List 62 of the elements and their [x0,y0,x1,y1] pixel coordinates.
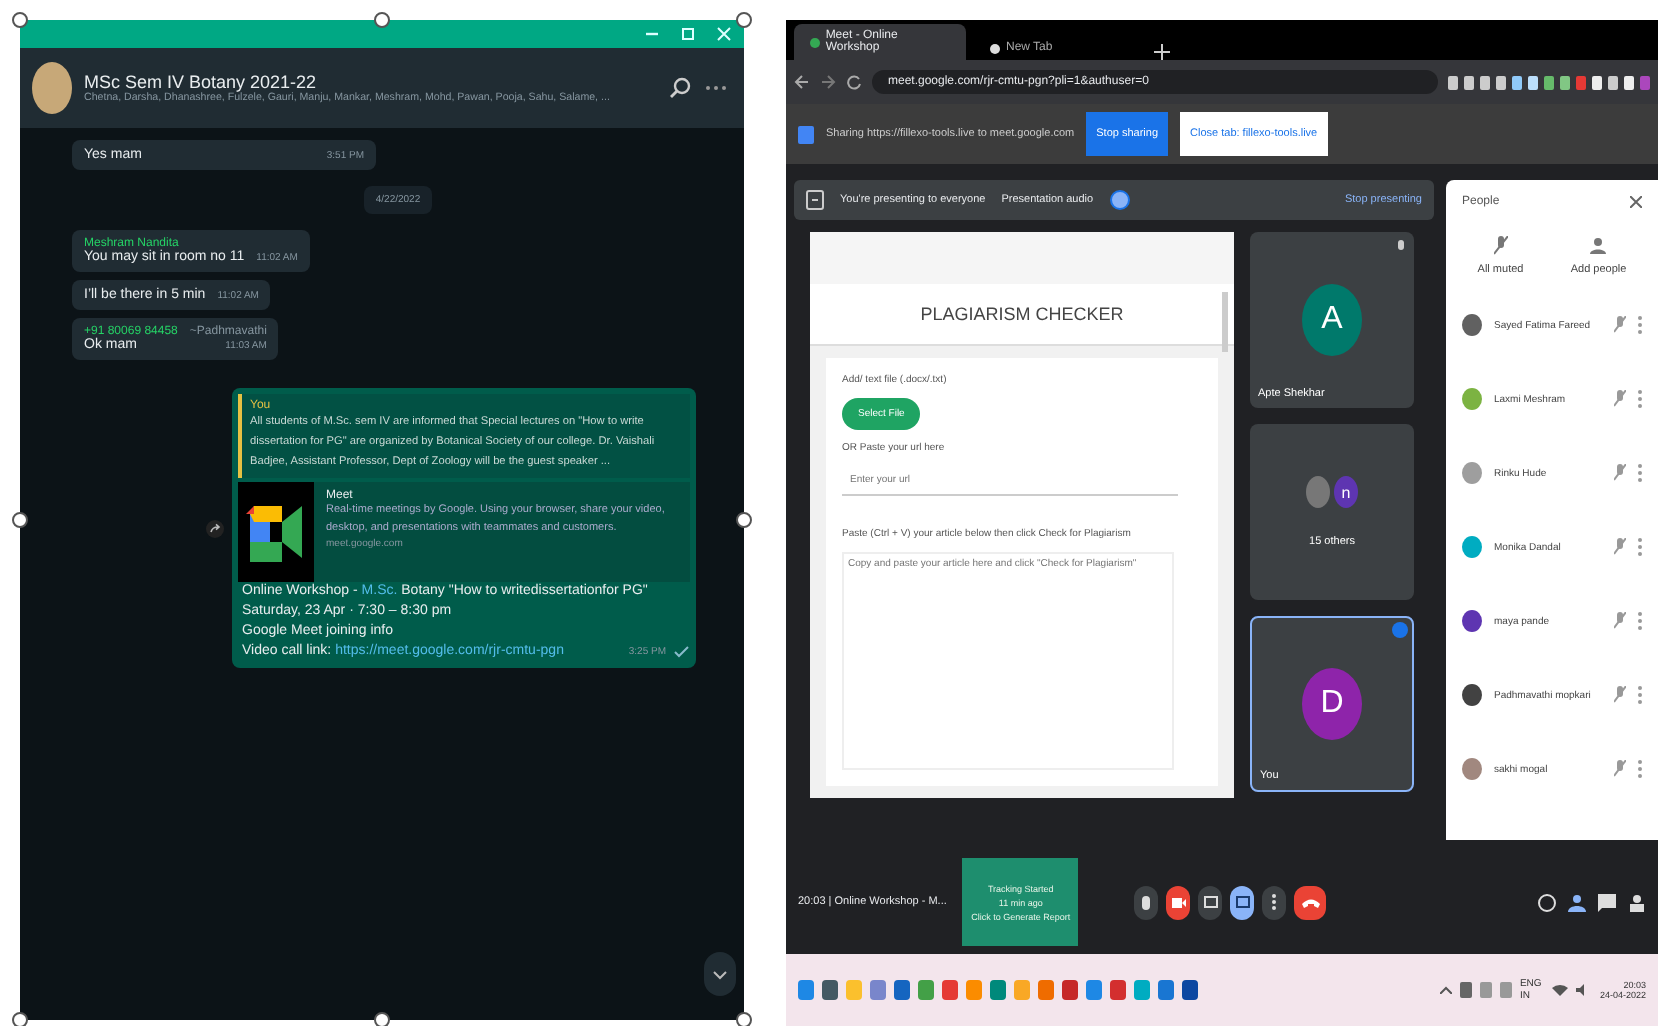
screen-share-icon [798,125,814,143]
audio-toggle[interactable] [1109,190,1130,210]
resize-handle[interactable] [12,512,28,528]
presentation-icon [806,190,824,210]
chevron-down-icon [712,969,728,979]
resize-handle[interactable] [374,1012,390,1026]
more-options-button[interactable] [1262,885,1287,919]
participant-avatar: D [1302,668,1362,740]
leave-call-button[interactable] [1294,885,1327,919]
forward-icon[interactable] [206,519,224,537]
read-tick-icon [674,646,690,658]
resize-handle[interactable] [736,12,752,28]
microphone-icon [1142,895,1151,909]
tile-options-button[interactable] [1392,622,1408,638]
more-icon [1272,894,1277,910]
reload-icon[interactable] [846,74,862,90]
microphone-off-icon [1493,236,1508,256]
camera-icon [1171,897,1186,907]
resize-handle[interactable] [736,1012,752,1026]
resize-handle[interactable] [12,1012,28,1026]
back-icon[interactable] [794,74,810,90]
chat-icon[interactable] [1598,893,1616,911]
group-name: MSc Sem IV Botany 2021-22 [84,72,319,92]
participant-avatar: n [1334,476,1358,508]
microphone-off-icon [1614,316,1626,334]
group-avatar[interactable] [32,62,72,114]
participant-avatar: A [1302,284,1362,356]
avatar-photo-placeholder [1306,476,1330,508]
people-icon[interactable] [1568,893,1586,911]
video-camera-logo-icon [238,482,314,582]
resize-handle[interactable] [736,512,752,528]
new-tab-icon[interactable] [1154,44,1170,60]
microphone-button[interactable] [1134,885,1159,919]
camera-off-button[interactable] [1166,885,1191,919]
more-icon[interactable] [704,84,728,92]
resize-handle[interactable] [374,12,390,28]
present-button[interactable] [1230,885,1255,919]
phone-hang-up-icon [1301,897,1320,907]
quoted-message[interactable] [238,394,690,478]
scrollbar-thumb[interactable] [1222,292,1228,352]
wifi-icon[interactable] [1551,984,1568,996]
resize-handle[interactable] [12,12,28,28]
microphone-off-icon [1396,240,1406,254]
microphone-off-icon [1614,464,1626,482]
scroll-down-button[interactable] [704,952,736,996]
page-title: PLAGIARISM CHECKER [810,284,1234,346]
activities-icon[interactable] [1628,893,1646,911]
info-icon[interactable] [1538,893,1556,911]
forward-arrow-icon[interactable] [820,74,836,90]
captions-icon [1203,896,1218,908]
close-icon[interactable] [1630,196,1642,208]
search-icon[interactable] [668,76,692,100]
microphone-off-icon [1614,612,1626,630]
microphone-off-icon [1614,390,1626,408]
person-add-icon [1589,236,1608,256]
microphone-off-icon [1614,686,1626,704]
microphone-off-icon [1614,538,1626,556]
chevron-up-icon[interactable] [1439,986,1452,994]
microphone-off-icon [1614,760,1626,778]
captions-button[interactable] [1198,885,1223,919]
restore-icon[interactable] [680,26,696,42]
present-screen-icon [1235,896,1250,908]
